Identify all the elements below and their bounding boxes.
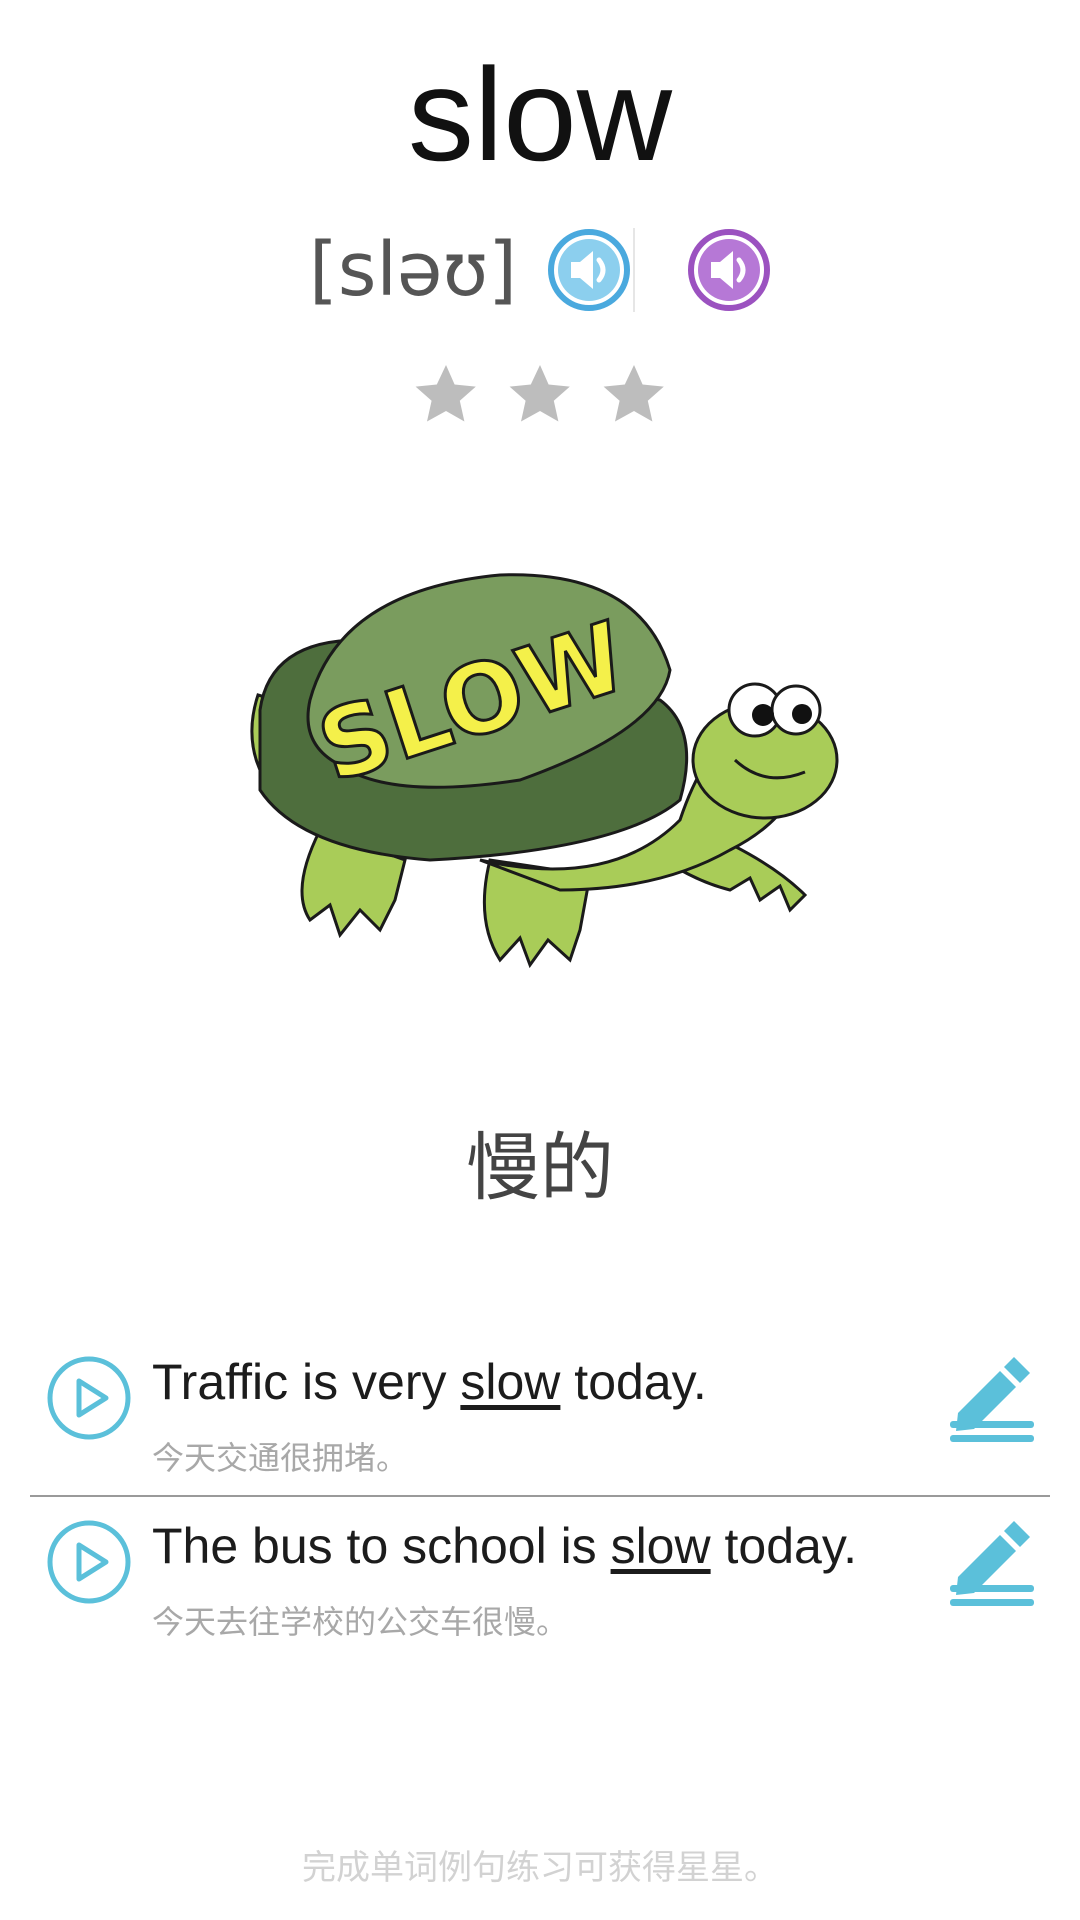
pencil-icon xyxy=(950,1357,1034,1442)
footer-hint: 完成单词例句练习可获得星星。 xyxy=(302,1848,778,1888)
sentence-translation: 今天交通很拥堵。 xyxy=(152,1439,409,1477)
speaker-icon xyxy=(548,229,631,311)
example-sentence-item: Traffic is very slow today. 今天交通很拥堵。 xyxy=(30,1345,1050,1495)
example-sentence-item: The bus to school is slow today. 今天去往学校的… xyxy=(30,1495,1050,1647)
highlighted-word: slow xyxy=(460,1354,561,1410)
play-sentence-button[interactable] xyxy=(46,1355,132,1441)
word-title: slow xyxy=(407,41,673,188)
sentence-translation: 今天去往学校的公交车很慢。 xyxy=(152,1603,569,1641)
example-sentence-list: Traffic is very slow today. 今天交通很拥堵。 The… xyxy=(30,1345,1050,1647)
play-icon xyxy=(47,1356,131,1440)
star-icon xyxy=(603,365,664,422)
play-sentence-button[interactable] xyxy=(46,1519,132,1605)
speaker-icon xyxy=(688,229,771,311)
star-icon xyxy=(509,365,570,422)
pronunciation-row: [sləʊ] xyxy=(0,222,1080,318)
highlighted-word: slow xyxy=(610,1518,711,1574)
phonetic-transcription: [sləʊ] xyxy=(308,227,518,313)
sentence-english: Traffic is very slow today. xyxy=(152,1354,707,1410)
turtle-illustration: SLOW xyxy=(250,573,839,969)
play-icon xyxy=(47,1520,131,1604)
us-pronunciation-button[interactable] xyxy=(687,228,771,312)
chinese-meaning: 慢的 xyxy=(466,1125,614,1211)
pencil-icon xyxy=(950,1521,1034,1606)
practice-sentence-button[interactable] xyxy=(944,1351,1040,1447)
uk-pronunciation-button[interactable] xyxy=(547,228,636,312)
sentence-english: The bus to school is slow today. xyxy=(152,1518,857,1574)
star-rating xyxy=(0,362,1080,438)
practice-sentence-button[interactable] xyxy=(944,1515,1040,1611)
star-icon xyxy=(415,365,476,422)
